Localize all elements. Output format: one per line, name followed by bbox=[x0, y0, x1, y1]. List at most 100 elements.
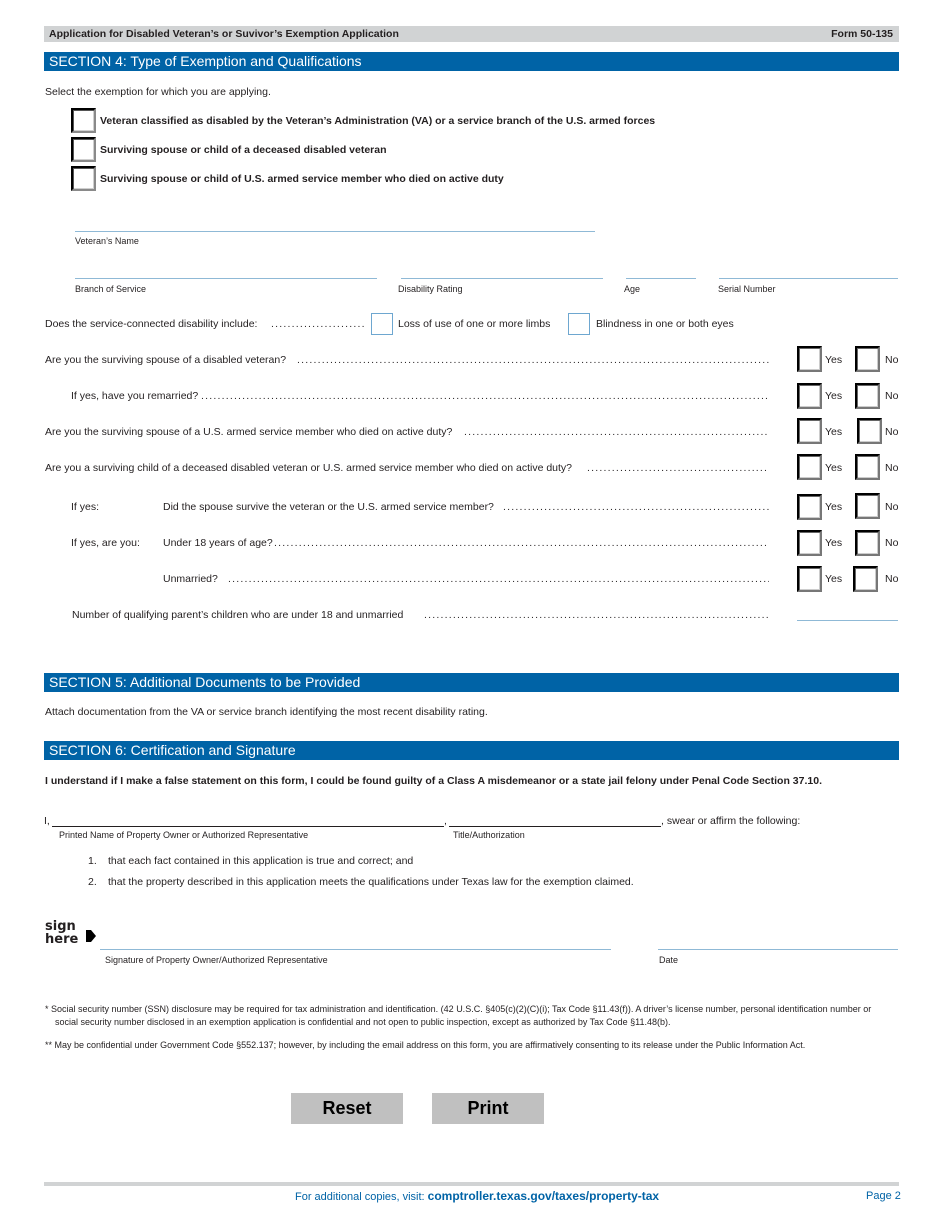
no-label: No bbox=[885, 390, 899, 402]
title-authorization-field[interactable] bbox=[449, 826, 661, 827]
signature-field[interactable] bbox=[100, 949, 611, 950]
children-count-label: Number of qualifying parent’s children w… bbox=[72, 609, 404, 621]
printed-name-field[interactable] bbox=[52, 826, 444, 827]
question-under-18: Under 18 years of age? bbox=[163, 537, 273, 549]
form-title: Application for Disabled Veteran’s or Su… bbox=[49, 28, 399, 40]
statement-2-number: 2. bbox=[88, 876, 97, 888]
serial-number-field[interactable] bbox=[719, 278, 898, 279]
dot-leader: ........................................… bbox=[424, 609, 769, 621]
yes-checkbox-q2[interactable] bbox=[797, 383, 822, 409]
footer-divider bbox=[44, 1182, 899, 1186]
no-checkbox-q7[interactable] bbox=[853, 566, 878, 592]
yes-checkbox-q7[interactable] bbox=[797, 566, 822, 592]
false-statement-warning: I understand if I make a false statement… bbox=[45, 775, 822, 787]
statement-1-text: that each fact contained in this applica… bbox=[108, 855, 414, 867]
yes-checkbox-q5[interactable] bbox=[797, 494, 822, 520]
no-checkbox-q2[interactable] bbox=[855, 383, 880, 409]
exemption-checkbox-surviving-deceased-veteran[interactable] bbox=[71, 137, 96, 162]
statement-1-number: 1. bbox=[88, 855, 97, 867]
dot-leader: ........................................… bbox=[587, 462, 769, 474]
children-count-field[interactable] bbox=[797, 620, 898, 621]
footer-url-link[interactable]: comptroller.texas.gov/taxes/property-tax bbox=[428, 1189, 659, 1203]
blindness-label: Blindness in one or both eyes bbox=[596, 318, 734, 330]
yes-checkbox-q3[interactable] bbox=[797, 418, 822, 444]
veterans-name-label: Veteran’s Name bbox=[75, 236, 139, 246]
section-4-header: SECTION 4: Type of Exemption and Qualifi… bbox=[44, 52, 899, 71]
no-label: No bbox=[885, 573, 899, 585]
dot-leader: ........................................… bbox=[503, 501, 769, 513]
no-checkbox-q6[interactable] bbox=[855, 530, 880, 556]
dot-leader: ........................................… bbox=[201, 390, 769, 402]
date-label: Date bbox=[659, 955, 679, 965]
exemption-checkbox-disabled-veteran[interactable] bbox=[71, 108, 96, 133]
exemption-label-surviving-active-duty: Surviving spouse or child of U.S. armed … bbox=[100, 173, 504, 185]
serial-number-label: Serial Number bbox=[718, 284, 776, 294]
yes-checkbox-q4[interactable] bbox=[797, 454, 822, 480]
here-word: here bbox=[45, 932, 79, 947]
yes-label: Yes bbox=[825, 354, 843, 366]
no-label: No bbox=[885, 462, 899, 474]
no-checkbox-q5[interactable] bbox=[855, 493, 880, 519]
yes-label: Yes bbox=[825, 573, 843, 585]
no-label: No bbox=[885, 501, 899, 513]
print-button[interactable]: Print bbox=[432, 1093, 544, 1124]
branch-of-service-field[interactable] bbox=[75, 278, 377, 279]
question-remarried: If yes, have you remarried? bbox=[71, 390, 199, 402]
signature-label: Signature of Property Owner/Authorized R… bbox=[105, 955, 328, 965]
dot-leader: ........................................… bbox=[274, 537, 769, 549]
disability-rating-field[interactable] bbox=[401, 278, 603, 279]
exemption-checkbox-surviving-active-duty[interactable] bbox=[71, 166, 96, 191]
yes-checkbox-q1[interactable] bbox=[797, 346, 822, 372]
exemption-instruction: Select the exemption for which you are a… bbox=[45, 86, 271, 98]
age-label: Age bbox=[624, 284, 641, 294]
exemption-label-disabled-veteran: Veteran classified as disabled by the Ve… bbox=[100, 115, 656, 127]
no-label: No bbox=[885, 354, 899, 366]
veterans-name-field[interactable] bbox=[75, 231, 595, 232]
comma: , bbox=[444, 815, 447, 827]
loss-of-limbs-label: Loss of use of one or more limbs bbox=[398, 318, 551, 330]
question-prefix-if-yes-are-you: If yes, are you: bbox=[71, 537, 140, 549]
footer-copies: For additional copies, visit: comptrolle… bbox=[295, 1189, 659, 1203]
dot-leader: ........................................… bbox=[228, 573, 769, 585]
age-field[interactable] bbox=[626, 278, 696, 279]
sign-here-marker: sign here bbox=[45, 920, 78, 946]
exemption-label-surviving-deceased-veteran: Surviving spouse or child of a deceased … bbox=[100, 144, 387, 156]
statement-2-text: that the property described in this appl… bbox=[108, 876, 634, 888]
loss-of-limbs-checkbox[interactable] bbox=[371, 313, 393, 335]
question-prefix-if-yes: If yes: bbox=[71, 501, 100, 513]
section-5-text: Attach documentation from the VA or serv… bbox=[45, 706, 488, 718]
question-surviving-child: Are you a surviving child of a deceased … bbox=[45, 462, 573, 474]
form-number: Form 50-135 bbox=[831, 28, 893, 40]
dot-leader: ........................................… bbox=[297, 354, 769, 366]
printed-name-label: Printed Name of Property Owner or Author… bbox=[59, 830, 309, 840]
yes-label: Yes bbox=[825, 537, 843, 549]
section-6-header: SECTION 6: Certification and Signature bbox=[44, 741, 899, 760]
yes-checkbox-q6[interactable] bbox=[797, 530, 822, 556]
yes-label: Yes bbox=[825, 390, 843, 402]
blindness-checkbox[interactable] bbox=[568, 313, 590, 335]
dot-leader: ........................................… bbox=[464, 426, 769, 438]
page-number: Page 2 bbox=[866, 1190, 901, 1202]
no-checkbox-q3[interactable] bbox=[857, 418, 882, 444]
yes-label: Yes bbox=[825, 501, 843, 513]
footnote-ssn-line2: social security number disclosed in an e… bbox=[55, 1017, 671, 1027]
form-header-bar: Application for Disabled Veteran’s or Su… bbox=[44, 26, 899, 42]
no-label: No bbox=[885, 537, 899, 549]
footnote-ssn-line1: * Social security number (SSN) disclosur… bbox=[45, 1004, 872, 1014]
question-unmarried: Unmarried? bbox=[163, 573, 218, 585]
swear-text: , swear or affirm the following: bbox=[661, 815, 801, 827]
reset-button[interactable]: Reset bbox=[291, 1093, 403, 1124]
no-checkbox-q4[interactable] bbox=[855, 454, 880, 480]
disability-include-label: Does the service-connected disability in… bbox=[45, 318, 258, 330]
title-authorization-label: Title/Authorization bbox=[453, 830, 525, 840]
date-field[interactable] bbox=[658, 949, 898, 950]
i-prefix: I, bbox=[44, 815, 50, 827]
no-checkbox-q1[interactable] bbox=[855, 346, 880, 372]
dot-leader: .................................... bbox=[271, 318, 366, 330]
no-label: No bbox=[885, 426, 899, 438]
question-spouse-survived: Did the spouse survive the veteran or th… bbox=[163, 501, 494, 513]
question-spouse-active-duty: Are you the surviving spouse of a U.S. a… bbox=[45, 426, 453, 438]
disability-rating-label: Disability Rating bbox=[398, 284, 463, 294]
yes-label: Yes bbox=[825, 462, 843, 474]
arrow-right-icon bbox=[86, 930, 96, 942]
